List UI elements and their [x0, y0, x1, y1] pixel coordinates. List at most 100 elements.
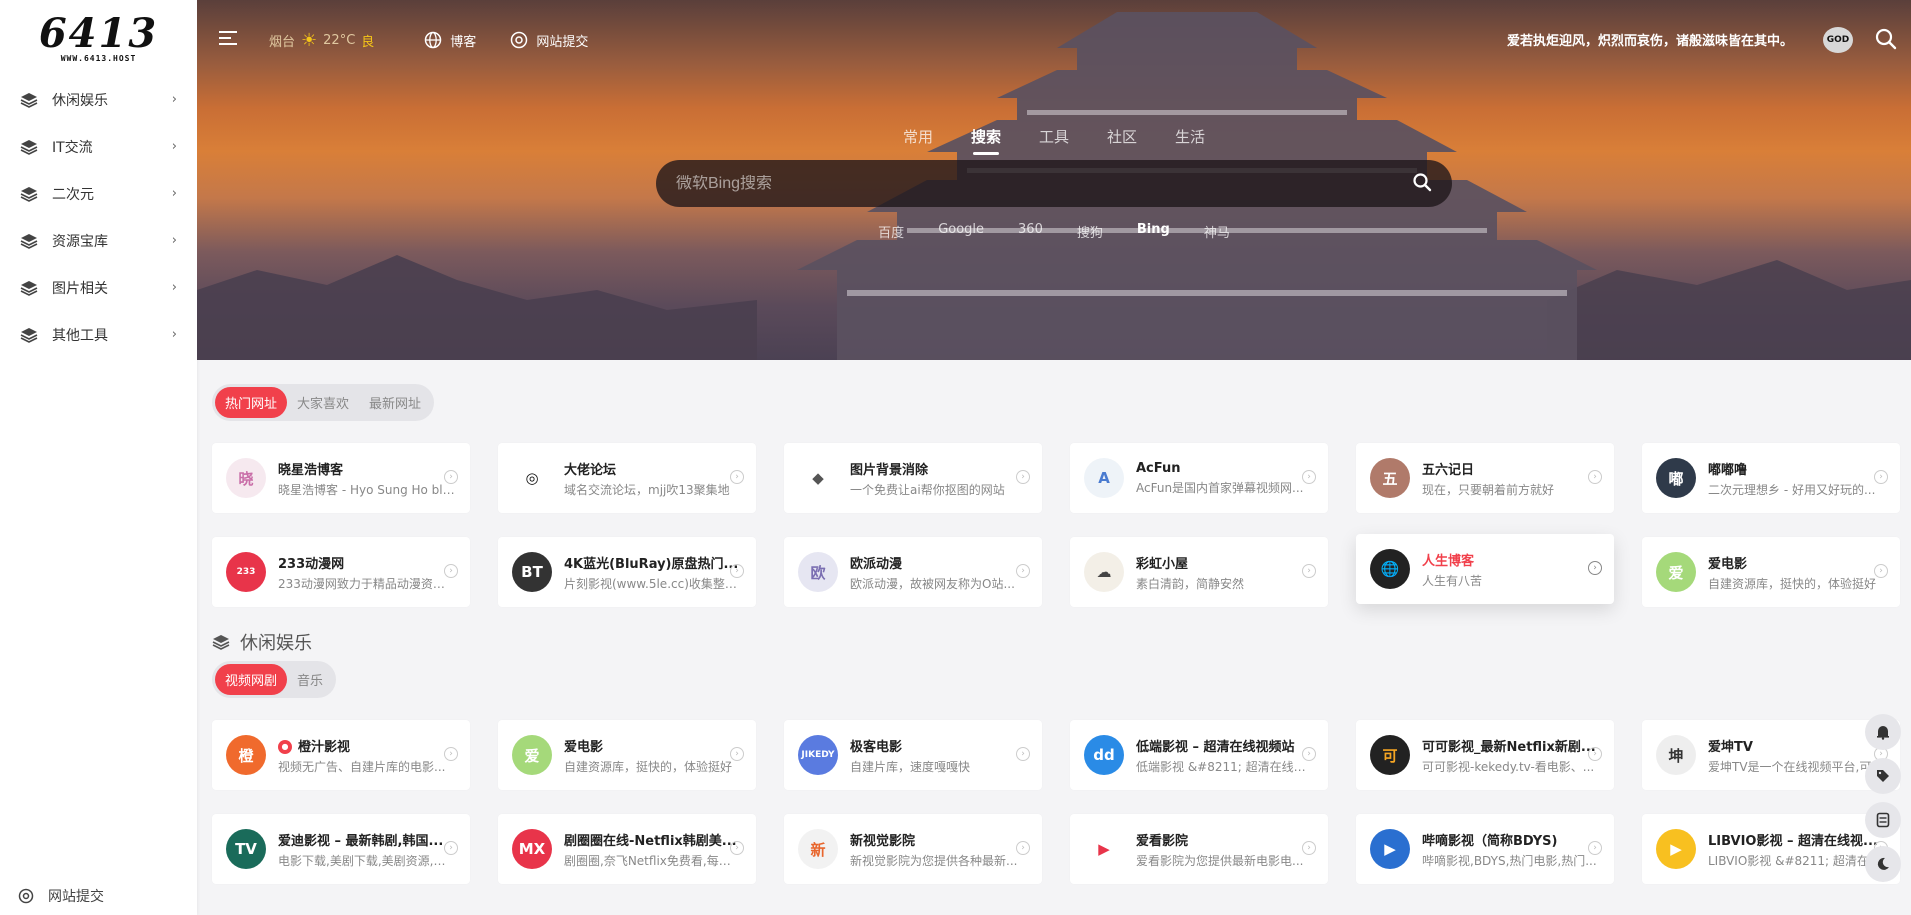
avatar[interactable]: GOD	[1823, 27, 1853, 53]
blog-link[interactable]: 博客	[424, 31, 476, 50]
tag-icon[interactable]	[1865, 758, 1901, 794]
site-card-text: 可可影视_最新Netflix新剧... 可可影视-kekedy.tv-看电影、..…	[1422, 736, 1600, 775]
moon-icon[interactable]	[1865, 846, 1901, 882]
site-card-title: 新视觉影院	[850, 830, 1028, 849]
arrow-circle-icon[interactable]: ›	[1016, 564, 1030, 578]
site-card[interactable]: 欧欧派动漫 欧派动漫，故被网友称为O站... ›	[784, 537, 1042, 607]
site-card[interactable]: 🌐 人生博客 人生有八苦 ›	[1356, 534, 1614, 604]
arrow-circle-icon[interactable]: ›	[1588, 841, 1602, 855]
arrow-circle-icon[interactable]: ›	[1302, 747, 1316, 761]
sidebar-item[interactable]: 二次元 ›	[0, 170, 197, 217]
arrow-circle-icon[interactable]: ›	[444, 564, 458, 578]
sidebar-item-label: 图片相关	[52, 280, 108, 297]
search-engine-option[interactable]: 神马	[1204, 222, 1230, 241]
sidebar-item[interactable]: IT交流 ›	[0, 123, 197, 170]
search-engine-option[interactable]: 搜狗	[1077, 222, 1103, 241]
arrow-circle-icon[interactable]: ›	[1302, 564, 1316, 578]
sidebar-item[interactable]: 图片相关 ›	[0, 264, 197, 311]
calculator-icon[interactable]	[1865, 802, 1901, 838]
search-input[interactable]	[676, 174, 1412, 193]
site-logo-icon: A	[1084, 458, 1124, 498]
search-tab[interactable]: 搜索	[971, 126, 1001, 155]
arrow-circle-icon[interactable]: ›	[1874, 564, 1888, 578]
search-box	[656, 160, 1452, 207]
search-engine-option[interactable]: Google	[938, 222, 984, 241]
site-card-text: 晓星浩博客 晓星浩博客 - Hyo Sung Ho blog	[278, 459, 456, 498]
site-card[interactable]: dd 低端影视 – 超清在线视频站 低端影视 &#8211; 超清在线视... ›	[1070, 720, 1328, 790]
site-card-title-text: 4K蓝光(BluRay)原盘热门...	[564, 556, 739, 572]
site-card[interactable]: 可可可影视_最新Netflix新剧... 可可影视-kekedy.tv-看电影、.…	[1356, 720, 1614, 790]
search-submit-icon[interactable]	[1412, 172, 1432, 196]
arrow-circle-icon[interactable]: ›	[1016, 470, 1030, 484]
arrow-circle-icon[interactable]: ›	[1016, 747, 1030, 761]
layers-icon	[20, 278, 40, 298]
site-card[interactable]: MX 剧圈圈在线-Netflix韩剧美... 剧圈圈,奈飞Netflix免费看,每天…	[498, 814, 756, 884]
arrow-circle-icon[interactable]: ›	[1588, 470, 1602, 484]
weather-widget[interactable]: 烟台 ☀ 22°C 良	[269, 30, 380, 51]
sidebar-submit-link[interactable]: 网站提交	[0, 877, 197, 915]
main-content: 热门网址 大家喜欢 最新网址 晓晓星浩博客 晓星浩博客 - Hyo Sung Ho b…	[212, 384, 1911, 884]
site-logo[interactable]: 6413 WWW.6413.HOST	[0, 0, 197, 76]
submit-site-link[interactable]: 网站提交	[510, 31, 588, 50]
site-card[interactable]: 晓晓星浩博客 晓星浩博客 - Hyo Sung Ho blog ›	[212, 443, 470, 513]
hamburger-menu-icon[interactable]	[219, 29, 241, 51]
arrow-circle-icon[interactable]: ›	[444, 841, 458, 855]
site-card[interactable]: A AcFun AcFun是国内首家弹幕视频网... ›	[1070, 443, 1328, 513]
arrow-circle-icon[interactable]: ›	[1588, 561, 1602, 575]
arrow-circle-icon[interactable]: ›	[730, 470, 744, 484]
site-card-desc: 片刻影视(www.5le.cc)收集整理...	[564, 576, 742, 591]
site-card[interactable]: TV 爱迪影视 – 最新韩剧,韩国... 电影下载,美剧下载,美剧资源,韩... ›	[212, 814, 470, 884]
category-tab[interactable]: 最新网址	[359, 387, 431, 418]
site-card[interactable]: BT 4K蓝光(BluRay)原盘热门... 片刻影视(www.5le.cc)收集整…	[498, 537, 756, 607]
search-engine-list: 百度 Google 360 搜狗 Bing 神马	[197, 222, 1911, 241]
bell-icon[interactable]	[1865, 714, 1901, 750]
category-tab[interactable]: 热门网址	[215, 387, 288, 418]
site-logo-icon: ◎	[512, 458, 552, 498]
site-card[interactable]: 爱爱电影 自建资源库，挺快的，体验挺好 ›	[1642, 537, 1900, 607]
site-card[interactable]: ▶ 爱看影院 爱看影院为您提供最新电影电... ›	[1070, 814, 1328, 884]
site-card[interactable]: 新新视觉影院 新视觉影院为您提供各种最新... ›	[784, 814, 1042, 884]
search-tab[interactable]: 工具	[1039, 126, 1069, 155]
arrow-circle-icon[interactable]: ›	[1302, 841, 1316, 855]
arrow-circle-icon[interactable]: ›	[1588, 747, 1602, 761]
section-title: 休闲娱乐	[212, 629, 1911, 655]
site-card[interactable]: ☁ 彩虹小屋 素白清韵，简静安然 ›	[1070, 537, 1328, 607]
arrow-circle-icon[interactable]: ›	[1874, 470, 1888, 484]
arrow-circle-icon[interactable]: ›	[1016, 841, 1030, 855]
chevron-right-icon: ›	[171, 280, 177, 295]
search-tab[interactable]: 常用	[903, 126, 933, 155]
site-card-desc: 233动漫网致力于精品动漫资源...	[278, 576, 456, 591]
site-card[interactable]: ◎ 大佬论坛 域名交流论坛，mjj吹13聚集地 ›	[498, 443, 756, 513]
target-icon	[510, 31, 528, 49]
sidebar-item[interactable]: 其他工具 ›	[0, 311, 197, 358]
search-engine-option[interactable]: Bing	[1137, 222, 1170, 241]
site-card[interactable]: 爱爱电影 自建资源库，挺快的，体验挺好 ›	[498, 720, 756, 790]
arrow-circle-icon[interactable]: ›	[730, 747, 744, 761]
site-card[interactable]: JIKEDY 极客电影 自建片库，速度嘎嘎快 ›	[784, 720, 1042, 790]
site-card[interactable]: ▶ 哔嘀影视（简称BDYS) 哔嘀影视,BDYS,热门电影,热门... ›	[1356, 814, 1614, 884]
site-card[interactable]: ◆ 图片背景消除 一个免费让ai帮你抠图的网站 ›	[784, 443, 1042, 513]
site-card[interactable]: 五五六记日 现在，只要朝着前方就好 ›	[1356, 443, 1614, 513]
search-tab[interactable]: 生活	[1175, 126, 1205, 155]
site-card[interactable]: ▶ LIBVIO影视 – 超清在线视... LIBVIO影视 &#8211; 超清在…	[1642, 814, 1900, 884]
search-tab[interactable]: 社区	[1107, 126, 1137, 155]
search-icon[interactable]	[1875, 28, 1897, 54]
category-tab[interactable]: 视频网剧	[215, 664, 288, 695]
sidebar-item[interactable]: 休闲娱乐 ›	[0, 76, 197, 123]
site-card[interactable]: 坤爱坤TV 爱坤TV是一个在线视频平台,可... ›	[1642, 720, 1900, 790]
category-tab[interactable]: 大家喜欢	[287, 387, 359, 418]
search-engine-option[interactable]: 360	[1018, 222, 1043, 241]
search-engine-option[interactable]: 百度	[878, 222, 904, 241]
site-card[interactable]: 嘟嘟嘟噜 二次元理想乡 - 好用又好玩的... ›	[1642, 443, 1900, 513]
sidebar-item[interactable]: 资源宝库 ›	[0, 217, 197, 264]
site-card[interactable]: 233 233动漫网 233动漫网致力于精品动漫资源... ›	[212, 537, 470, 607]
hot-cards-row-1: 晓晓星浩博客 晓星浩博客 - Hyo Sung Ho blog › ◎ 大佬论坛 域名交流…	[212, 443, 1911, 513]
arrow-circle-icon[interactable]: ›	[444, 747, 458, 761]
arrow-circle-icon[interactable]: ›	[1302, 470, 1316, 484]
arrow-circle-icon[interactable]: ›	[444, 470, 458, 484]
arrow-circle-icon[interactable]: ›	[730, 841, 744, 855]
site-card-desc: 爱坤TV是一个在线视频平台,可...	[1708, 759, 1883, 774]
category-tab[interactable]: 音乐	[287, 664, 333, 695]
arrow-circle-icon[interactable]: ›	[730, 564, 744, 578]
site-card[interactable]: 橙 ● 橙汁影视 视频无广告、自建片库的电影... ›	[212, 720, 470, 790]
